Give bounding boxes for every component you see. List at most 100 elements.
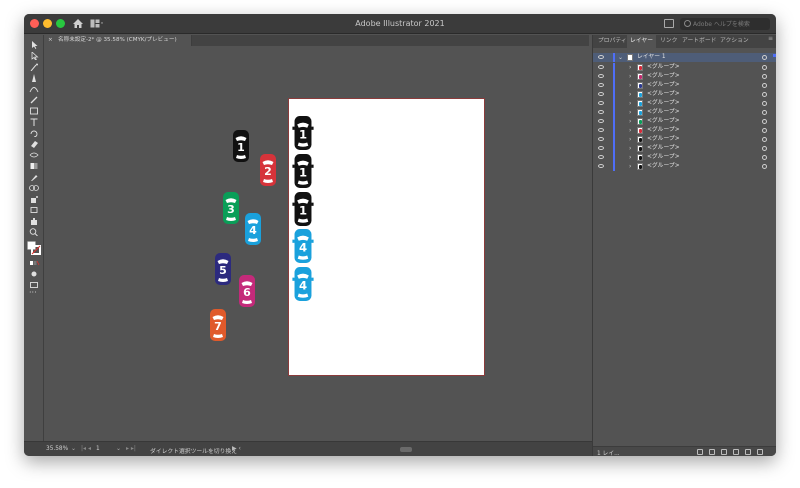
first-artboard-icon[interactable]: |◂ ◂ — [81, 445, 91, 452]
layer-row[interactable]: ⌄ レイヤー 1 — [593, 53, 776, 62]
eraser-tool-icon[interactable] — [28, 140, 40, 148]
eyedropper-tool-icon[interactable] — [28, 173, 40, 181]
help-search[interactable] — [680, 18, 770, 30]
help-search-input[interactable] — [693, 18, 767, 30]
rectangle-tool-icon[interactable] — [28, 107, 40, 115]
visibility-eye-icon[interactable] — [598, 128, 604, 132]
expand-arrow-icon[interactable]: › — [629, 91, 631, 98]
loose-car-2[interactable]: 2 — [258, 152, 278, 188]
visibility-eye-icon[interactable] — [598, 101, 604, 105]
rotate-tool-icon[interactable] — [28, 129, 40, 138]
gradient-tool-icon[interactable] — [28, 162, 40, 170]
visibility-eye-icon[interactable] — [598, 83, 604, 87]
expand-arrow-icon[interactable]: › — [629, 82, 631, 89]
tab-layers[interactable]: レイヤー — [627, 35, 657, 48]
loose-car-3[interactable]: 3 — [221, 190, 241, 226]
artboard-number[interactable]: 1 — [96, 446, 100, 452]
group-row[interactable]: › <グループ> — [593, 135, 776, 144]
width-tool-icon[interactable] — [28, 151, 40, 159]
visibility-eye-icon[interactable] — [598, 65, 604, 69]
target-circle-icon[interactable] — [762, 119, 767, 124]
tab-actions[interactable]: アクション — [717, 35, 752, 48]
type-tool-icon[interactable] — [28, 118, 40, 126]
new-layer-icon[interactable] — [745, 449, 751, 455]
group-row[interactable]: › <グループ> — [593, 126, 776, 135]
more-tools-icon[interactable]: ··· — [29, 289, 39, 297]
loose-car-4[interactable]: 4 — [243, 211, 263, 247]
selection-tool-icon[interactable] — [28, 41, 40, 49]
target-circle-icon[interactable] — [762, 146, 767, 151]
close-tab-icon[interactable]: × — [48, 35, 53, 46]
artboard-tool-icon[interactable] — [28, 206, 40, 214]
visibility-eye-icon[interactable] — [598, 155, 604, 159]
canvas[interactable]: 1 2 3 4 5 6 7 1 1 1 4 4 — [45, 46, 589, 441]
group-row[interactable]: › <グループ> — [593, 63, 776, 72]
fill-stroke-swatch-icon[interactable] — [27, 241, 41, 255]
collect-export-icon[interactable] — [697, 449, 703, 455]
color-mode-icon[interactable] — [28, 259, 40, 267]
target-circle-icon[interactable] — [762, 101, 767, 106]
group-row[interactable]: › <グループ> — [593, 162, 776, 171]
group-row[interactable]: › <グループ> — [593, 90, 776, 99]
target-circle-icon[interactable] — [762, 65, 767, 70]
expand-arrow-icon[interactable]: › — [629, 136, 631, 143]
direct-selection-tool-icon[interactable] — [28, 51, 40, 61]
loose-car-5[interactable]: 5 — [213, 251, 233, 287]
expand-arrow-icon[interactable]: › — [629, 145, 631, 152]
curvature-tool-icon[interactable] — [28, 85, 40, 93]
delete-layer-icon[interactable] — [757, 449, 763, 455]
group-row[interactable]: › <グループ> — [593, 72, 776, 81]
target-circle-icon[interactable] — [762, 155, 767, 160]
magic-wand-icon[interactable] — [28, 63, 40, 72]
target-circle-icon[interactable] — [762, 164, 767, 169]
new-sublayer-icon[interactable] — [733, 449, 739, 455]
target-circle-icon[interactable] — [762, 92, 767, 97]
target-circle-icon[interactable] — [762, 128, 767, 133]
expand-arrow-icon[interactable]: › — [629, 100, 631, 107]
visibility-eye-icon[interactable] — [598, 55, 604, 59]
clipping-mask-icon[interactable] — [721, 449, 727, 455]
zoom-tool-icon[interactable] — [28, 228, 40, 237]
zoom-level[interactable]: 35.58% — [46, 446, 68, 452]
group-row[interactable]: › <グループ> — [593, 144, 776, 153]
expand-arrow-icon[interactable]: › — [629, 163, 631, 170]
expand-arrow-icon[interactable]: › — [629, 127, 631, 134]
artboard[interactable] — [288, 98, 485, 376]
symbol-sprayer-icon[interactable] — [28, 195, 40, 203]
artboard-car-2[interactable]: 1 — [292, 153, 314, 189]
expand-arrow-icon[interactable]: › — [629, 64, 631, 71]
tab-links[interactable]: リンク — [657, 35, 680, 48]
target-circle-icon[interactable] — [762, 110, 767, 115]
target-circle-icon[interactable] — [762, 55, 767, 60]
group-row[interactable]: › <グループ> — [593, 117, 776, 126]
target-circle-icon[interactable] — [762, 137, 767, 142]
visibility-eye-icon[interactable] — [598, 119, 604, 123]
expand-arrow-icon[interactable]: › — [629, 109, 631, 116]
visibility-eye-icon[interactable] — [598, 146, 604, 150]
group-row[interactable]: › <グループ> — [593, 81, 776, 90]
group-row[interactable]: › <グループ> — [593, 153, 776, 162]
panel-menu-icon[interactable]: ≡ — [768, 36, 774, 44]
artboard-car-3[interactable]: 1 — [292, 191, 314, 227]
tab-properties[interactable]: プロパティ — [595, 35, 630, 48]
expand-arrow-icon[interactable]: › — [629, 154, 631, 161]
zoom-dropdown-icon[interactable]: ⌄ — [71, 445, 76, 452]
panel-toggle-icon[interactable] — [664, 19, 674, 28]
artboard-car-4[interactable]: 4 — [292, 228, 314, 264]
visibility-eye-icon[interactable] — [598, 110, 604, 114]
loose-car-6[interactable]: 6 — [237, 273, 257, 309]
document-tab[interactable]: × 名称未設定-2* @ 35.58% (CMYK/プレビュー) — [44, 35, 192, 46]
horizontal-scrollbar[interactable] — [400, 447, 412, 452]
draw-mode-icon[interactable] — [28, 270, 40, 278]
status-menu-icon[interactable]: ▶ ‹ — [232, 445, 241, 452]
target-circle-icon[interactable] — [762, 83, 767, 88]
visibility-eye-icon[interactable] — [598, 164, 604, 168]
artboard-dropdown-icon[interactable]: ⌄ — [116, 445, 121, 452]
expand-arrow-icon[interactable]: › — [629, 118, 631, 125]
tab-artboards[interactable]: アートボード — [679, 35, 719, 48]
target-circle-icon[interactable] — [762, 74, 767, 79]
next-artboard-icon[interactable]: ▸ ▸| — [126, 445, 136, 452]
pen-tool-icon[interactable] — [28, 74, 40, 82]
blend-tool-icon[interactable] — [28, 184, 40, 192]
loose-car-1[interactable]: 1 — [231, 128, 251, 164]
